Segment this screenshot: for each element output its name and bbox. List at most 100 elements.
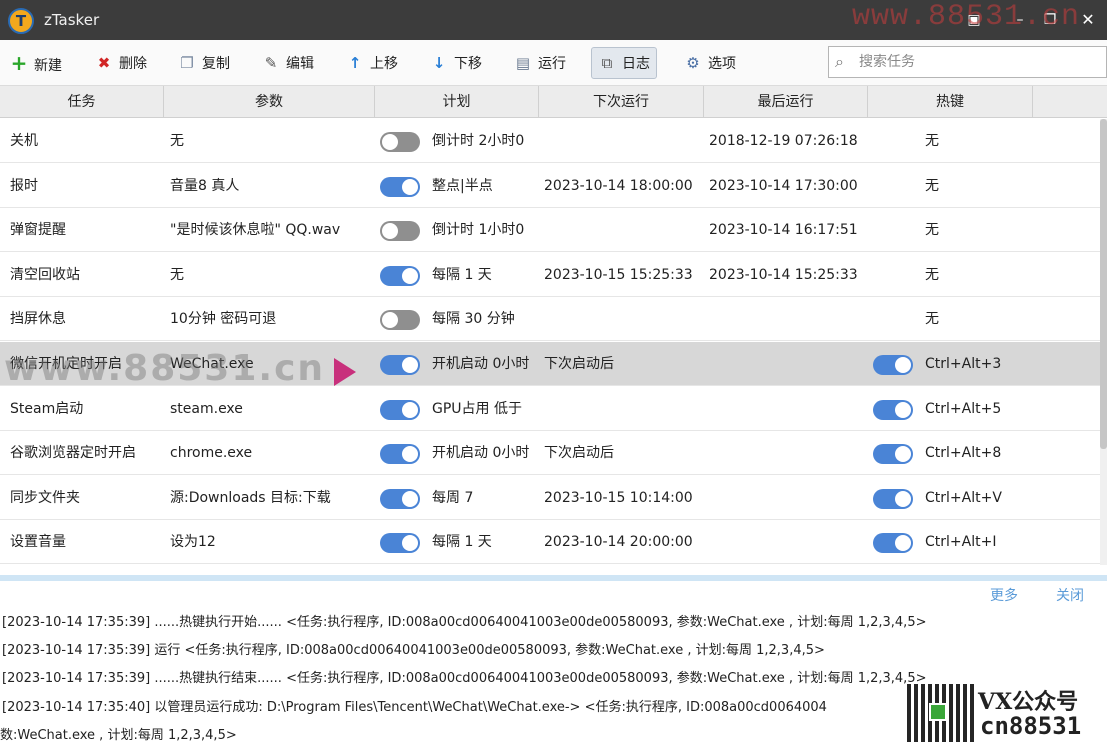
task-table-body: 关机 无 倒计时 2小时0 2018-12-19 07:26:18 无 报时 音… [0,119,1100,565]
task-hotkey: 无 [925,177,939,194]
task-next-run: 2023-10-15 10:14:00 [544,489,693,506]
hotkey-toggle[interactable] [873,399,913,420]
copy-icon: ❐ [180,54,194,72]
column-header-param[interactable]: 参数 [164,86,375,118]
column-header-last-run[interactable]: 最后运行 [704,86,868,118]
schedule-toggle[interactable] [380,176,420,197]
hotkey-toggle[interactable] [873,444,913,465]
run-task-button[interactable]: ▤ 运行 [508,47,572,79]
task-next-run: 2023-10-15 15:25:33 [544,266,693,283]
table-row[interactable]: 报时 音量8 真人 整点|半点 2023-10-14 18:00:00 2023… [0,163,1100,208]
task-last-run [709,387,867,431]
column-header-next-run[interactable]: 下次运行 [539,86,704,118]
task-schedule: 每隔 30 分钟 [432,311,515,328]
task-next-run: 2023-10-14 18:00:00 [544,177,693,194]
toolbar: + 新建 ✖ 删除 ❐ 复制 ✎ 编辑 ↑ 上移 ↓ 下移 ▤ 运行 ⧉ 日志 ⚙ 选项 ⌕ [0,40,1107,86]
schedule-toggle[interactable] [380,444,420,465]
table-row[interactable]: 弹窗提醒 "是时候该休息啦" QQ.wav 倒计时 1小时0 2023-10-1… [0,208,1100,253]
schedule-toggle[interactable] [380,310,420,331]
column-header-hotkey[interactable]: 热键 [868,86,1033,118]
schedule-toggle[interactable] [380,399,420,420]
log-button[interactable]: ⧉ 日志 [591,47,657,79]
task-next-run: 下次启动后 [544,356,614,372]
schedule-toggle[interactable] [380,221,420,242]
schedule-toggle[interactable] [380,488,420,509]
hotkey-toggle[interactable] [873,488,913,509]
table-row[interactable]: 挡屏休息 10分钟 密码可退 每隔 30 分钟 无 [0,297,1100,342]
search-box[interactable]: ⌕ [828,46,1107,78]
task-last-run [709,342,867,386]
options-label: 选项 [708,56,736,72]
task-schedule: 整点|半点 [432,177,493,194]
table-scrollbar-thumb[interactable] [1100,119,1107,449]
task-last-run: 2023-10-14 16:17:51 [709,222,858,239]
window-title: zTasker [44,11,100,29]
gear-icon: ⚙ [686,54,700,72]
log-close-link[interactable]: 关闭 [1056,585,1084,605]
log-line: [2023-10-14 17:35:39] 运行 <任务:执行程序, ID:00… [2,643,825,658]
task-next-run [544,208,702,252]
move-up-button[interactable]: ↑ 上移 [340,47,404,79]
task-last-run: 2023-10-14 15:25:33 [709,266,858,283]
move-down-label: 下移 [454,56,482,72]
new-task-button[interactable]: + 新建 [4,47,68,79]
log-panel-divider[interactable] [0,575,1107,581]
task-schedule: 每周 7 [432,489,474,506]
task-name: Steam启动 [10,400,84,417]
log-line: 数:WeChat.exe , 计划:每周 1,2,3,4,5> [0,728,237,742]
schedule-toggle[interactable] [380,265,420,286]
column-header-schedule[interactable]: 计划 [375,86,539,118]
plus-icon: + [10,51,28,75]
task-schedule: 开机启动 0小时 [432,445,530,462]
table-row[interactable]: 关机 无 倒计时 2小时0 2018-12-19 07:26:18 无 [0,119,1100,163]
task-last-run [709,297,867,341]
options-button[interactable]: ⚙ 选项 [678,47,742,79]
task-param: 无 [170,133,184,149]
app-logo-icon: T [8,8,34,34]
task-last-run [709,520,867,564]
log-line: [2023-10-14 17:35:39] ......热键执行结束......… [2,671,927,686]
task-last-run: 2023-10-14 17:30:00 [709,177,858,194]
schedule-toggle[interactable] [380,533,420,554]
watermark-middle: www.88531.cn [4,348,326,389]
task-name: 挡屏休息 [10,311,66,328]
task-next-run: 2023-10-14 20:00:00 [544,534,693,551]
log-more-link[interactable]: 更多 [990,585,1018,605]
arrow-down-icon: ↓ [432,54,446,72]
task-hotkey: 无 [925,311,939,328]
delete-task-button[interactable]: ✖ 删除 [89,47,153,79]
task-hotkey: 无 [925,133,939,149]
table-row[interactable]: 谷歌浏览器定时开启 chrome.exe 开机启动 0小时 下次启动后 Ctrl… [0,431,1100,476]
schedule-toggle[interactable] [380,132,420,152]
delete-task-label: 删除 [119,56,147,72]
task-last-run [709,476,867,520]
schedule-toggle[interactable] [380,355,420,375]
mouse-cursor-icon [334,358,356,386]
task-param: 音量8 真人 [170,177,240,194]
edit-task-button[interactable]: ✎ 编辑 [256,47,320,79]
column-header-task[interactable]: 任务 [0,86,164,118]
edit-icon: ✎ [264,54,278,72]
task-next-run [544,387,702,431]
hotkey-toggle[interactable] [873,533,913,554]
task-param: 设为12 [170,534,216,551]
table-row[interactable]: 设置音量 设为12 每隔 1 天 2023-10-14 20:00:00 Ctr… [0,520,1100,565]
task-param: "是时候该休息啦" QQ.wav [170,222,341,239]
task-name: 设置音量 [10,534,66,551]
table-row[interactable]: 清空回收站 无 每隔 1 天 2023-10-15 15:25:33 2023-… [0,252,1100,297]
task-hotkey: Ctrl+Alt+V [925,489,1002,506]
task-schedule: 每隔 1 天 [432,534,492,551]
task-schedule: 倒计时 1小时0 [432,222,525,239]
task-param: 源:Downloads 目标:下载 [170,489,331,506]
copy-task-button[interactable]: ❐ 复制 [172,47,236,79]
move-down-button[interactable]: ↓ 下移 [424,47,488,79]
log-line: [2023-10-14 17:35:39] ......热键执行开始......… [2,615,927,630]
run-icon: ▤ [515,54,531,72]
task-param: 10分钟 密码可退 [170,311,277,328]
hotkey-toggle[interactable] [873,355,913,375]
task-name: 谷歌浏览器定时开启 [10,445,136,462]
search-input[interactable] [859,49,1099,75]
table-row[interactable]: Steam启动 steam.exe GPU占用 低于 Ctrl+Alt+5 [0,386,1100,431]
chart-icon: ⧉ [601,54,613,72]
table-row[interactable]: 同步文件夹 源:Downloads 目标:下载 每周 7 2023-10-15 … [0,475,1100,520]
